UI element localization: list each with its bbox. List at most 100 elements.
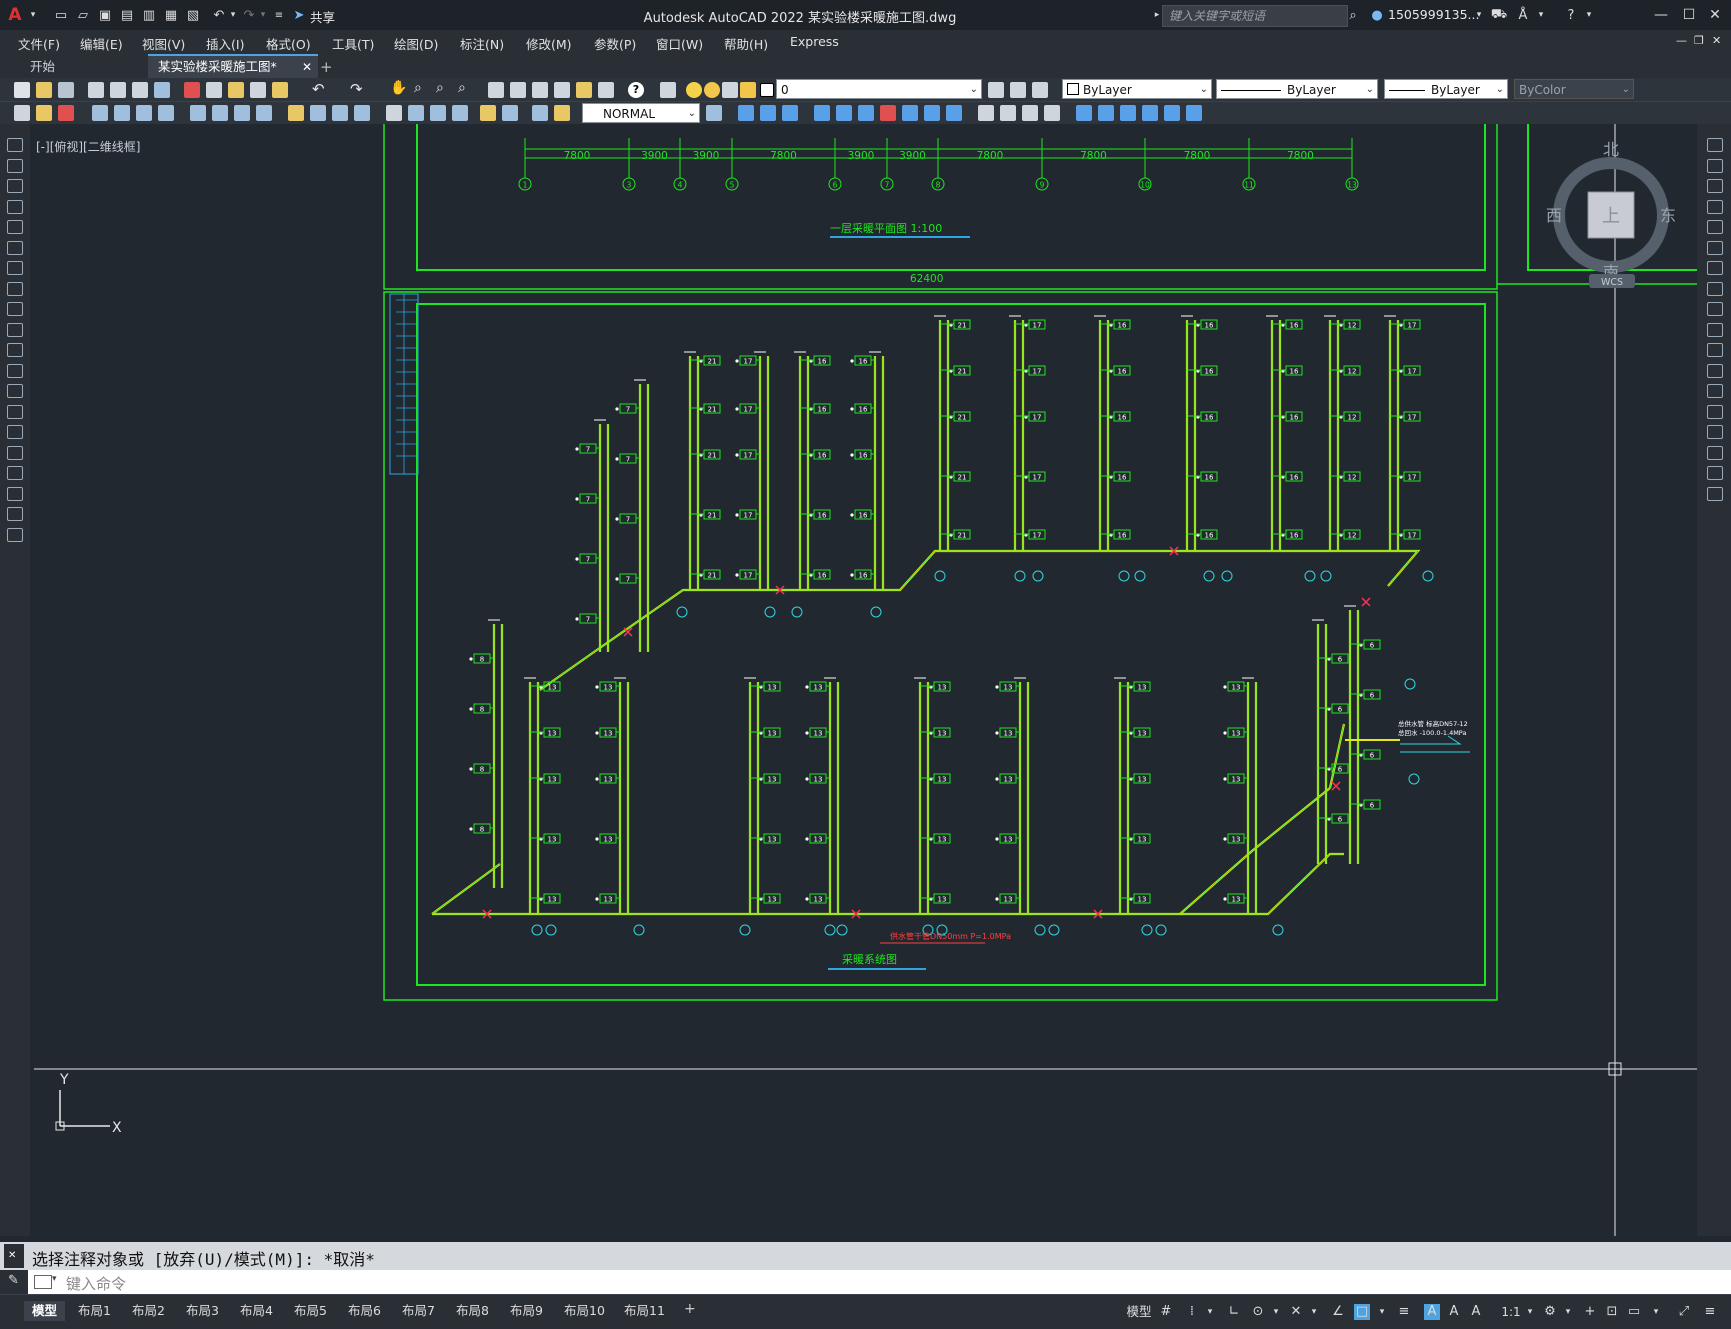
jogged-linear-icon[interactable]	[408, 105, 424, 121]
chamfer-icon[interactable]	[1022, 105, 1038, 121]
offset-icon[interactable]	[1707, 199, 1723, 214]
plot-preview-icon[interactable]	[110, 82, 126, 98]
app-dropdown-icon[interactable]: ▾	[1532, 6, 1550, 24]
zoom-window-icon[interactable]: ⌕	[436, 80, 444, 96]
menu-format[interactable]: 格式(O)	[266, 34, 311, 53]
wrench-icon[interactable]: ✎	[8, 1273, 19, 1288]
markup-icon[interactable]	[576, 82, 592, 98]
layout-tab[interactable]: 布局7	[394, 1301, 443, 1321]
doc-close-icon[interactable]: ✕	[1712, 34, 1721, 47]
infer-constraints-icon[interactable]: ∟	[1226, 1304, 1242, 1320]
save-icon[interactable]	[58, 82, 74, 98]
center-mark-icon[interactable]	[354, 105, 370, 121]
help-icon[interactable]: ?	[1562, 6, 1580, 24]
cut-icon[interactable]	[184, 82, 200, 98]
mirror-icon[interactable]	[760, 105, 776, 121]
make-block-icon[interactable]	[7, 384, 23, 398]
arc-icon[interactable]	[7, 240, 23, 255]
quick-properties-icon[interactable]: ▭	[1626, 1304, 1642, 1320]
layout-tab[interactable]: 布局9	[502, 1301, 551, 1321]
layout-tab[interactable]: 布局3	[178, 1301, 227, 1321]
layer-thaw-icon[interactable]	[704, 82, 720, 98]
save-icon[interactable]: ▣	[96, 6, 114, 24]
layout-tab[interactable]: 布局1	[70, 1301, 119, 1321]
menu-modify[interactable]: 修改(M)	[526, 34, 572, 53]
chamfer-icon[interactable]	[1707, 425, 1723, 439]
layout-tab[interactable]: 布局11	[616, 1301, 673, 1321]
snap-icon[interactable]: ⁞	[1184, 1304, 1200, 1320]
app-menu-chevron-icon[interactable]: ▾	[24, 6, 42, 24]
copy-icon[interactable]	[206, 82, 222, 98]
menu-window[interactable]: 窗口(W)	[656, 34, 703, 53]
properties-icon[interactable]	[488, 82, 504, 98]
new-tab-icon[interactable]: +	[310, 56, 343, 78]
table-icon[interactable]	[7, 486, 23, 501]
multiline-text-icon[interactable]	[7, 507, 23, 521]
offset-icon[interactable]	[782, 105, 798, 121]
break-icon[interactable]	[1707, 384, 1723, 398]
spline-icon[interactable]	[7, 302, 23, 316]
circle-icon[interactable]	[7, 261, 23, 275]
sheet-set-icon[interactable]	[554, 82, 570, 98]
dim-diameter-icon[interactable]	[158, 105, 174, 121]
calculator-icon[interactable]	[598, 82, 614, 98]
dim-angular-icon[interactable]	[190, 105, 206, 121]
bring-front-icon[interactable]	[1120, 105, 1136, 121]
fillet-icon[interactable]	[1707, 445, 1723, 460]
plot-icon[interactable]	[88, 82, 104, 98]
units-icon[interactable]: ⊡	[1604, 1304, 1620, 1320]
point-icon[interactable]	[7, 404, 23, 419]
dim-baseline-icon[interactable]	[234, 105, 250, 121]
autocad-logo-icon[interactable]: A	[6, 5, 24, 25]
doc-minimize-icon[interactable]: —	[1676, 34, 1687, 47]
send-back-icon[interactable]	[1142, 105, 1158, 121]
join-icon[interactable]	[1707, 404, 1723, 419]
zoom-previous-icon[interactable]: ⌕	[458, 80, 466, 96]
layer-lock-icon[interactable]	[740, 82, 756, 98]
maximize-icon[interactable]: ☐	[1678, 4, 1700, 26]
stretch-icon[interactable]	[1707, 302, 1723, 316]
search-icon[interactable]: ⌕	[1344, 6, 1362, 24]
polar-tracking-icon[interactable]: ✕	[1288, 1304, 1304, 1320]
fillet-icon[interactable]	[1044, 105, 1060, 121]
save-web-icon[interactable]: ▦	[162, 6, 180, 24]
dim-override-icon[interactable]	[532, 105, 548, 121]
move-icon[interactable]	[836, 105, 852, 121]
help-icon[interactable]: ?	[628, 82, 644, 98]
rectangle-icon[interactable]	[7, 220, 23, 234]
stretch-icon[interactable]	[902, 105, 918, 121]
layout-tab[interactable]: 布局4	[232, 1301, 281, 1321]
dim-style-manager-icon[interactable]	[706, 105, 722, 121]
dim-aligned-icon[interactable]	[36, 105, 52, 121]
insert-block-icon[interactable]	[7, 363, 23, 378]
autodesk-app-icon[interactable]: Å	[1514, 6, 1532, 24]
dim-linear-icon[interactable]	[14, 105, 30, 121]
annotation-visibility-icon[interactable]: A	[1424, 1304, 1440, 1320]
viewport-controls[interactable]: [-][俯视][二维线框]	[36, 138, 140, 155]
hatch-icon[interactable]	[7, 425, 23, 439]
tab-start[interactable]: 开始	[20, 56, 160, 78]
dim-reassociate-icon[interactable]	[554, 105, 570, 121]
lineweight-select[interactable]: ByLayer ⌄	[1384, 79, 1508, 99]
dynamic-input-icon[interactable]: ⊙	[1250, 1304, 1266, 1320]
blend-curves-icon[interactable]	[1707, 466, 1723, 480]
menu-express[interactable]: Express	[790, 34, 839, 49]
layer-select[interactable]: 0 ⌄	[776, 79, 982, 99]
rotate-icon[interactable]	[1707, 261, 1723, 275]
ortho-dropdown-icon[interactable]: ▾	[1268, 1304, 1284, 1320]
auto-scale-icon[interactable]: A	[1446, 1304, 1462, 1320]
layer-state-icon[interactable]	[1032, 82, 1048, 98]
layer-on-icon[interactable]	[686, 82, 702, 98]
layer-properties-icon[interactable]	[660, 82, 676, 98]
menu-help[interactable]: 帮助(H)	[724, 34, 768, 53]
dim-break-icon[interactable]	[310, 105, 326, 121]
osnap-dropdown-icon[interactable]: ▾	[1374, 1304, 1390, 1320]
minimize-icon[interactable]: —	[1650, 4, 1672, 26]
viewcube-west[interactable]: 西	[1546, 206, 1562, 225]
viewcube-north[interactable]: 北	[1603, 140, 1619, 159]
layout-tab-model[interactable]: 模型	[24, 1301, 66, 1321]
plotstyle-select[interactable]: ByColor ⌄	[1514, 79, 1634, 99]
user-dropdown-icon[interactable]: ▾	[1470, 6, 1488, 24]
make-current-layer-icon[interactable]	[988, 82, 1004, 98]
user-name[interactable]: 1505999135...	[1388, 7, 1479, 22]
